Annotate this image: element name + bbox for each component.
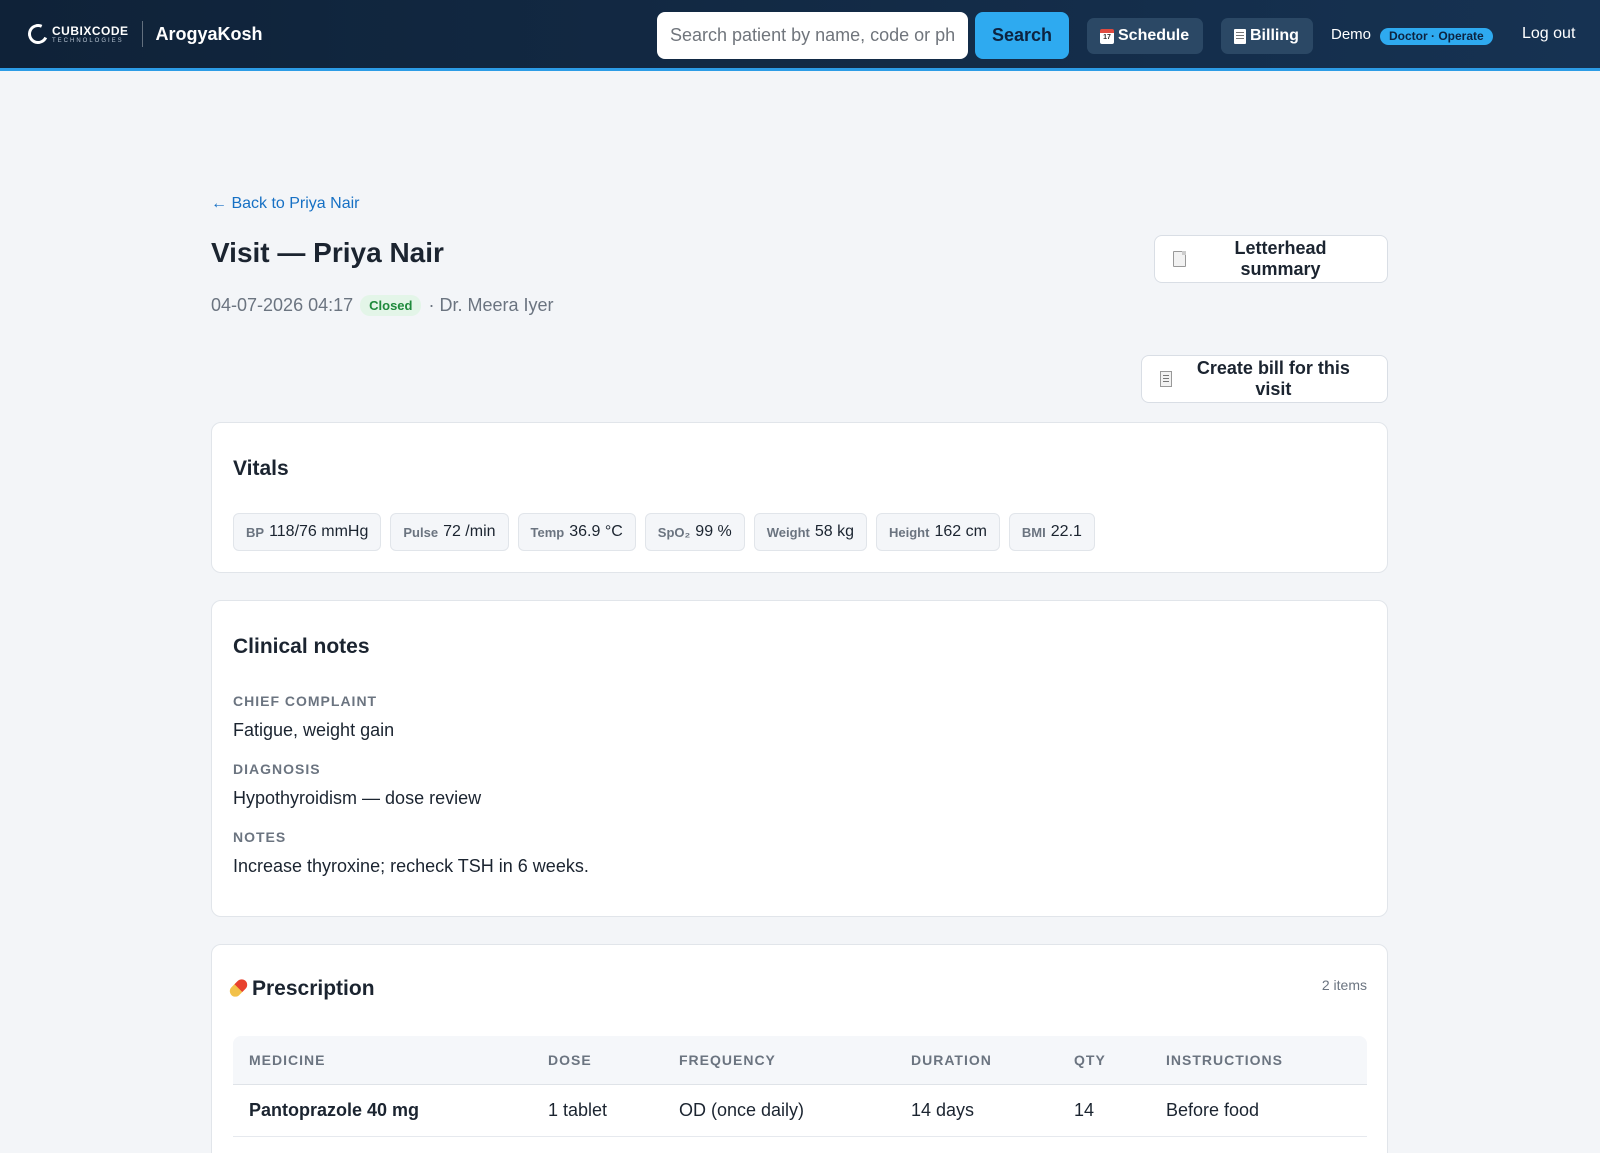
calendar-icon: 17 [1100, 28, 1114, 44]
back-to-patient-link[interactable]: ← Back to Priya Nair [211, 195, 359, 213]
search-button[interactable]: Search [975, 12, 1069, 59]
nav-billing-button[interactable]: Billing [1221, 18, 1313, 54]
table-header-row: MEDICINE DOSE FREQUENCY DURATION QTY INS… [233, 1036, 1367, 1085]
receipt-icon [1160, 371, 1172, 387]
notes-label: NOTES [233, 829, 287, 845]
qty-cell: 5 [1058, 1136, 1150, 1153]
nav-schedule-label: Schedule [1118, 27, 1190, 44]
prescription-title-label: Prescription [252, 977, 375, 1000]
prescription-item-count: 2 items [1321, 977, 1367, 993]
visit-datetime: 04-07-2026 04:17 [211, 295, 354, 315]
table-row: Pantoprazole 40 mg 1 tablet OD (once dai… [233, 1084, 1367, 1137]
visit-doctor: · Dr. Meera Iyer [428, 295, 554, 315]
nav-schedule-button[interactable]: 17 Schedule [1087, 18, 1203, 54]
notes-text: Increase thyroxine; recheck TSH in 6 wee… [233, 856, 589, 876]
vital-weight: Weight 58 kg [753, 513, 867, 551]
medicine-cell: Pantoprazole 40 mg [233, 1084, 532, 1137]
vital-height: Height 162 cm [876, 513, 1000, 551]
vital-bmi: BMI 22.1 [1008, 513, 1095, 551]
company-logo[interactable]: CUBIXCODE TECHNOLOGIES [25, 21, 129, 47]
column-header-medicine: MEDICINE [233, 1036, 532, 1085]
vital-temp: Temp 36.9 °C [517, 513, 636, 551]
duration-cell: 5 days [895, 1136, 1058, 1153]
create-bill-button[interactable]: Create bill for this visit [1141, 355, 1388, 403]
letterhead-summary-label: Letterhead summary [1234, 238, 1327, 279]
instructions-cell: Before food [1150, 1084, 1367, 1137]
nav-billing-label: Billing [1250, 27, 1299, 44]
brand-divider [141, 21, 143, 47]
column-header-dose: DOSE [532, 1036, 663, 1085]
column-header-qty: QTY [1058, 1036, 1150, 1085]
chief-complaint-label: CHIEF COMPLAINT [233, 693, 378, 709]
clinical-notes-title: Clinical notes [233, 635, 370, 658]
vitals-title: Vitals [233, 457, 289, 480]
logo-tagline: TECHNOLOGIES [52, 37, 124, 44]
clinical-notes-card: Clinical notes CHIEF COMPLAINT Fatigue, … [211, 600, 1388, 917]
status-badge: Closed [360, 295, 422, 316]
visit-meta: 04-07-2026 04:17 Closed · Dr. Meera Iyer [211, 295, 554, 316]
prescription-title: Prescription [227, 977, 375, 1001]
cubixcode-logo-icon [25, 21, 51, 47]
vital-spo2: SpO₂ 99 % [644, 513, 745, 551]
column-header-instructions: INSTRUCTIONS [1150, 1036, 1367, 1085]
instructions-cell: At bedtime [1150, 1136, 1367, 1153]
patient-search-input[interactable] [657, 12, 968, 59]
dose-cell: 1 tablet [532, 1084, 663, 1137]
vital-bp: BP 118/76 mmHg [233, 513, 382, 551]
page-title: Visit — Priya Nair [211, 237, 444, 268]
diagnosis-label: DIAGNOSIS [233, 761, 321, 777]
logout-link[interactable]: Log out [1522, 25, 1575, 43]
prescription-card: Prescription 2 items MEDICINE DOSE FREQU… [211, 944, 1388, 1153]
pill-icon [227, 977, 250, 999]
qty-cell: 14 [1058, 1084, 1150, 1137]
diagnosis-text: Hypothyroidism — dose review [233, 788, 482, 808]
top-navigation-bar: CUBIXCODE TECHNOLOGIES ArogyaKosh Search… [0, 0, 1600, 71]
visit-page: ← Back to Priya Nair Visit — Priya Nair … [0, 71, 1600, 1153]
role-badge: Doctor · Operate [1380, 28, 1493, 45]
column-header-duration: DURATION [895, 1036, 1058, 1085]
duration-cell: 14 days [895, 1084, 1058, 1137]
receipt-icon [1234, 28, 1246, 44]
chief-complaint-text: Fatigue, weight gain [233, 720, 395, 740]
frequency-cell: OD (once daily) [663, 1084, 895, 1137]
letterhead-summary-button[interactable]: Letterhead summary [1154, 235, 1388, 283]
document-icon [1173, 251, 1186, 267]
prescription-table: MEDICINE DOSE FREQUENCY DURATION QTY INS… [233, 1036, 1367, 1153]
logo-wordmark: CUBIXCODE [52, 23, 129, 38]
table-row: Cetirizine 10 mg 1 tablet HS (at bedtime… [233, 1136, 1367, 1153]
dose-cell: 1 tablet [532, 1136, 663, 1153]
brand: CUBIXCODE TECHNOLOGIES ArogyaKosh [25, 21, 263, 47]
app-name[interactable]: ArogyaKosh [156, 24, 263, 45]
column-header-frequency: FREQUENCY [663, 1036, 895, 1085]
user-name: Demo [1331, 26, 1372, 43]
medicine-cell: Cetirizine 10 mg [233, 1136, 532, 1153]
vitals-card: Vitals BP 118/76 mmHg Pulse 72 /min Temp… [211, 422, 1388, 573]
vitals-list: BP 118/76 mmHg Pulse 72 /min Temp 36.9 °… [233, 513, 1095, 551]
frequency-cell: HS (at bedtime) [663, 1136, 895, 1153]
create-bill-label: Create bill for this visit [1196, 358, 1350, 399]
vital-pulse: Pulse 72 /min [390, 513, 509, 551]
